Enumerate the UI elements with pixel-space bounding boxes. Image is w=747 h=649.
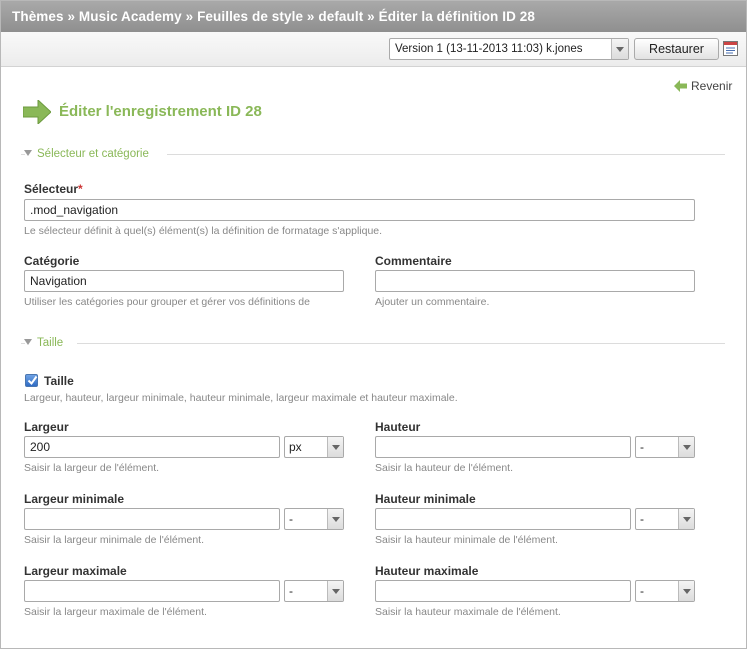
minheight-input[interactable] — [375, 508, 631, 530]
divider — [21, 154, 25, 155]
page-title: Éditer l'enregistrement ID 28 — [59, 103, 262, 120]
minheight-unit-value: - — [640, 512, 644, 526]
maxwidth-help: Saisir la largeur maximale de l'élément. — [24, 606, 207, 618]
minwidth-help: Saisir la largeur minimale de l'élément. — [24, 534, 204, 546]
minwidth-unit-select[interactable]: - — [284, 508, 344, 530]
maxheight-unit-value: - — [640, 584, 644, 598]
selector-input[interactable]: .mod_navigation — [24, 199, 695, 221]
collapse-triangle-icon — [24, 339, 32, 345]
size-checkbox-label[interactable]: Taille — [44, 374, 74, 388]
collapse-triangle-icon — [24, 150, 32, 156]
width-help: Saisir la largeur de l'élément. — [24, 462, 160, 474]
chevron-down-icon — [678, 509, 694, 529]
minheight-help: Saisir la hauteur minimale de l'élément. — [375, 534, 558, 546]
selector-label: Sélecteur* — [24, 182, 83, 196]
maxheight-label: Hauteur maximale — [375, 564, 479, 578]
diff-compare-icon[interactable] — [723, 41, 738, 56]
height-label: Hauteur — [375, 420, 421, 434]
width-unit-value: px — [289, 440, 302, 454]
fieldset-legend-label: Taille — [37, 337, 64, 349]
maxwidth-label: Largeur maximale — [24, 564, 127, 578]
restore-button[interactable]: Restaurer — [634, 38, 719, 60]
chevron-down-icon — [327, 581, 343, 601]
maxwidth-unit-select[interactable]: - — [284, 580, 344, 602]
chevron-down-icon — [678, 581, 694, 601]
minheight-label: Hauteur minimale — [375, 492, 476, 506]
back-link[interactable]: Revenir — [674, 79, 732, 93]
maxheight-input[interactable] — [375, 580, 631, 602]
minwidth-label: Largeur minimale — [24, 492, 125, 506]
maxwidth-unit-value: - — [289, 584, 293, 598]
maxwidth-input[interactable] — [24, 580, 280, 602]
comment-label: Commentaire — [375, 254, 452, 268]
minwidth-input[interactable] — [24, 508, 280, 530]
divider — [21, 343, 25, 344]
breadcrumb: Thèmes » Music Academy » Feuilles de sty… — [1, 1, 746, 32]
back-link-label: Revenir — [691, 79, 733, 93]
width-input[interactable]: 200 — [24, 436, 280, 458]
height-unit-select[interactable]: - — [635, 436, 695, 458]
fieldset-legend-label: Sélecteur et catégorie — [37, 148, 149, 160]
required-mark: * — [78, 182, 83, 196]
category-label: Catégorie — [24, 254, 80, 268]
divider — [77, 343, 725, 344]
checkmark-icon — [27, 375, 38, 386]
version-toolbar: Version 1 (13-11-2013 11:03) k.jones Res… — [1, 32, 746, 67]
comment-input[interactable] — [375, 270, 695, 292]
minwidth-unit-value: - — [289, 512, 293, 526]
maxheight-help: Saisir la hauteur maximale de l'élément. — [375, 606, 561, 618]
chevron-down-icon — [611, 39, 628, 59]
maxheight-unit-select[interactable]: - — [635, 580, 695, 602]
chevron-down-icon — [327, 437, 343, 457]
selector-label-text: Sélecteur — [24, 182, 79, 196]
category-help: Utiliser les catégories pour grouper et … — [24, 296, 310, 308]
fieldset-legend-selector[interactable]: Sélecteur et catégorie — [24, 148, 149, 160]
width-unit-select[interactable]: px — [284, 436, 344, 458]
chevron-down-icon — [678, 437, 694, 457]
comment-help: Ajouter un commentaire. — [375, 296, 490, 308]
main-panel: Thèmes » Music Academy » Feuilles de sty… — [0, 0, 747, 649]
fieldset-legend-size[interactable]: Taille — [24, 337, 63, 349]
width-label: Largeur — [24, 420, 69, 434]
version-select-value: Version 1 (13-11-2013 11:03) k.jones — [395, 43, 583, 55]
back-arrow-icon — [674, 80, 687, 92]
category-input[interactable]: Navigation — [24, 270, 344, 292]
size-checkbox[interactable] — [25, 374, 38, 387]
divider — [167, 154, 725, 155]
chevron-down-icon — [327, 509, 343, 529]
height-unit-value: - — [640, 440, 644, 454]
size-help: Largeur, hauteur, largeur minimale, haut… — [24, 392, 458, 404]
version-select[interactable]: Version 1 (13-11-2013 11:03) k.jones — [389, 38, 629, 60]
height-input[interactable] — [375, 436, 631, 458]
selector-help: Le sélecteur définit à quel(s) élément(s… — [24, 225, 383, 237]
height-help: Saisir la hauteur de l'élément. — [375, 462, 513, 474]
minheight-unit-select[interactable]: - — [635, 508, 695, 530]
edit-arrow-icon — [23, 100, 51, 124]
